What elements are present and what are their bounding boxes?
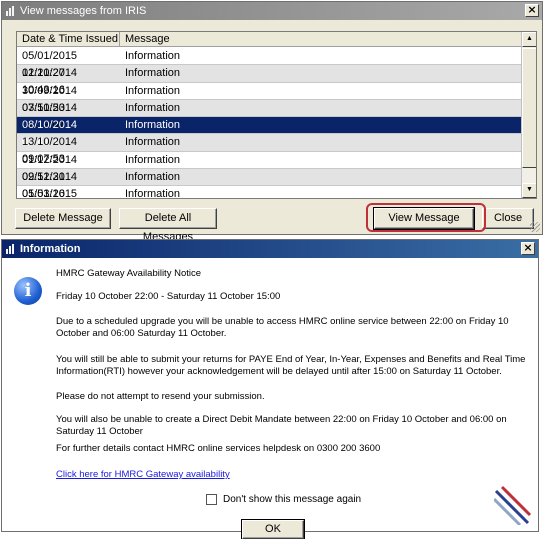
row-message: Information [125, 67, 181, 80]
notice-paragraph-5: For further details contact HMRC online … [56, 443, 381, 454]
row-message: Information [125, 153, 181, 166]
ok-button[interactable]: OK [241, 519, 305, 539]
row-message: Information [125, 119, 181, 132]
row-message: Information [125, 101, 181, 114]
info-icon: i [14, 277, 42, 305]
list-header: Date & Time Issued Message [17, 32, 522, 47]
app-icon [6, 244, 16, 254]
row-date: 30/09/2014 03:51:53 [22, 84, 78, 114]
notice-paragraph-4: You will also be unable to create a Dire… [56, 414, 507, 437]
brand-logo-mark [494, 485, 532, 525]
notice-paragraph-3: Please do not attempt to resend your sub… [56, 391, 265, 402]
delete-all-messages-button[interactable]: Delete All Messages [119, 208, 217, 243]
table-row[interactable]: 30/09/2014 03:51:53 Information [17, 83, 522, 114]
row-message: Information [125, 136, 181, 149]
scroll-up-arrow-icon[interactable]: ▲ [522, 32, 536, 47]
gateway-availability-link[interactable]: Click here for HMRC Gateway availability [56, 469, 534, 481]
information-dialog: Information × i HMRC Gateway Availabilit… [1, 239, 539, 539]
row-message: Information [125, 171, 181, 184]
scroll-down-arrow-icon[interactable]: ▼ [522, 183, 536, 198]
notice-paragraph-2: You will still be able to submit your re… [56, 354, 526, 377]
row-date: 13/10/2014 09:07:53 [22, 136, 78, 166]
table-row[interactable]: 09/12/2014 01:53:16 Information [17, 169, 522, 199]
messages-window-title: View messages from IRIS [20, 5, 147, 17]
information-dialog-body: i HMRC Gateway Availability Notice Frida… [2, 258, 538, 539]
row-date: 01/10/2014 10:43:16 [22, 67, 78, 97]
messages-window-titlebar[interactable]: View messages from IRIS × [2, 2, 542, 20]
view-message-button[interactable]: View Message [373, 207, 475, 230]
row-message: Information [125, 84, 181, 97]
row-date: 01/12/2014 02:51:31 [22, 153, 78, 183]
dont-show-again-checkbox[interactable] [206, 494, 217, 505]
row-date: 05/01/2015 12:21:27 [22, 50, 78, 79]
row-message: Information [125, 188, 181, 199]
messages-list[interactable]: Date & Time Issued Message 05/01/2015 12… [16, 31, 537, 199]
close-button[interactable]: Close [482, 208, 534, 229]
table-row[interactable]: 05/01/2015 12:05:34 Information [17, 186, 522, 199]
notice-heading: HMRC Gateway Availability Notice [56, 268, 202, 279]
dont-show-again-label: Don't show this message again [223, 494, 362, 505]
table-row[interactable]: 05/01/2015 12:21:27 Information [17, 48, 522, 79]
dont-show-again-row[interactable]: Don't show this message again [206, 494, 361, 505]
delete-message-button[interactable]: Delete Message [15, 208, 111, 229]
information-dialog-title: Information [20, 243, 81, 255]
table-row[interactable]: 07/10/2014 02:19:07 Information [17, 99, 522, 131]
table-row[interactable]: 01/10/2014 10:43:16 Information [17, 65, 522, 97]
app-icon [6, 6, 16, 16]
information-dialog-titlebar[interactable]: Information × [2, 240, 538, 258]
row-message: Information [125, 50, 181, 62]
notice-schedule: Friday 10 October 22:00 - Saturday 11 Oc… [56, 291, 281, 302]
row-date: 07/10/2014 02:19:07 [22, 101, 78, 131]
messages-window: View messages from IRIS × Date & Time Is… [1, 1, 543, 243]
row-date: 09/12/2014 01:53:16 [22, 171, 78, 199]
table-row[interactable]: 08/10/2014 02:41:10 Information [17, 117, 522, 149]
column-header-message[interactable]: Message [120, 32, 522, 47]
list-rows: 05/01/2015 12:21:27 Information 01/10/2014… [17, 48, 522, 199]
close-icon[interactable]: × [521, 242, 535, 255]
table-row[interactable]: 01/12/2014 02:51:31 Information [17, 152, 522, 183]
row-date: 05/01/2015 12:05:34 [22, 188, 78, 199]
table-row[interactable]: 13/10/2014 09:07:53 Information [17, 134, 522, 166]
close-icon[interactable]: × [525, 4, 539, 17]
notice-paragraph-1: Due to a scheduled upgrade you will be u… [56, 316, 509, 339]
vertical-scrollbar[interactable]: ▲ ▼ [521, 32, 536, 198]
column-header-date[interactable]: Date & Time Issued [17, 32, 120, 47]
row-date: 08/10/2014 02:41:10 [22, 119, 78, 149]
resize-grip[interactable] [530, 222, 540, 232]
scroll-thumb[interactable] [522, 48, 536, 168]
